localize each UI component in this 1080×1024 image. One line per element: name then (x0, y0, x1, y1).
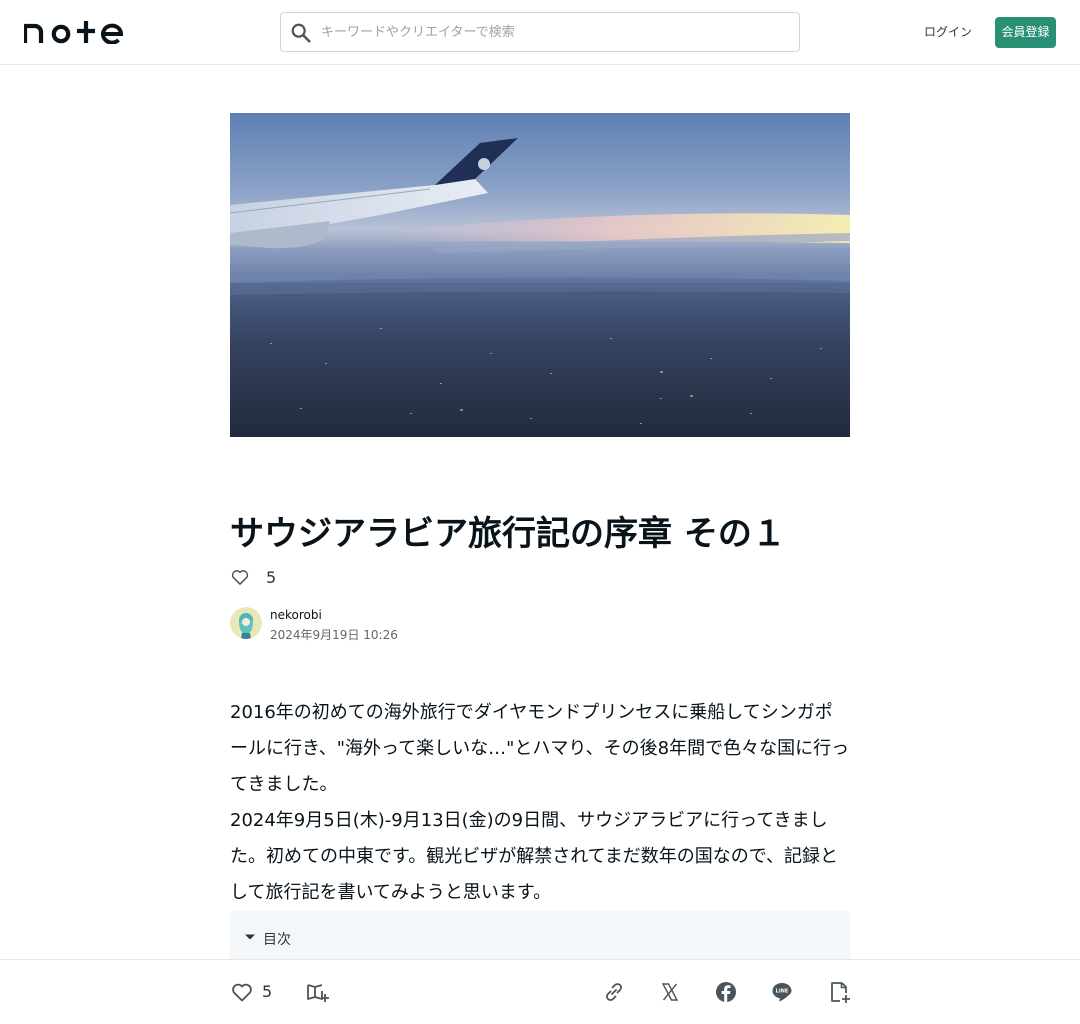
site-header: ログイン 会員登録 (0, 0, 1080, 65)
like-count: 5 (262, 982, 273, 1001)
search-box[interactable] (280, 12, 800, 52)
hero-image (230, 113, 850, 437)
toc-label: 目次 (263, 932, 291, 948)
author-avatar[interactable] (230, 607, 262, 639)
facebook-icon[interactable] (714, 980, 738, 1004)
post-date: 2024年9月19日 10:26 (270, 628, 398, 642)
caret-down-icon (245, 934, 255, 940)
author-name[interactable]: nekorobi (270, 608, 322, 622)
signup-button[interactable]: 会員登録 (995, 17, 1056, 48)
like-count: 5 (266, 567, 277, 587)
note-logo[interactable] (24, 20, 124, 44)
search-icon (291, 23, 311, 43)
line-icon[interactable]: LINE (770, 980, 794, 1004)
magazine-add-icon[interactable] (305, 980, 329, 1004)
bottom-action-bar: 5 LINE (0, 959, 1080, 1024)
article-title: サウジアラビア旅行記の序章 その１ (230, 514, 786, 554)
heart-icon[interactable] (230, 980, 254, 1004)
link-icon[interactable] (602, 980, 626, 1004)
article-paragraph: 2024年9月5日(木)-9月13日(金)の9日間、サウジアラビアに行ってきまし… (230, 810, 839, 903)
note-add-icon[interactable] (827, 980, 851, 1004)
like-summary: 5 (230, 566, 276, 588)
search-input[interactable] (321, 13, 791, 51)
article-paragraph: 2016年の初めての海外旅行でダイヤモンドプリンセスに乗船してシンガポールに行き… (230, 702, 850, 795)
heart-icon[interactable] (230, 567, 250, 587)
svg-text:LINE: LINE (776, 989, 789, 995)
x-icon[interactable] (658, 980, 682, 1004)
login-button[interactable]: ログイン (920, 22, 976, 42)
